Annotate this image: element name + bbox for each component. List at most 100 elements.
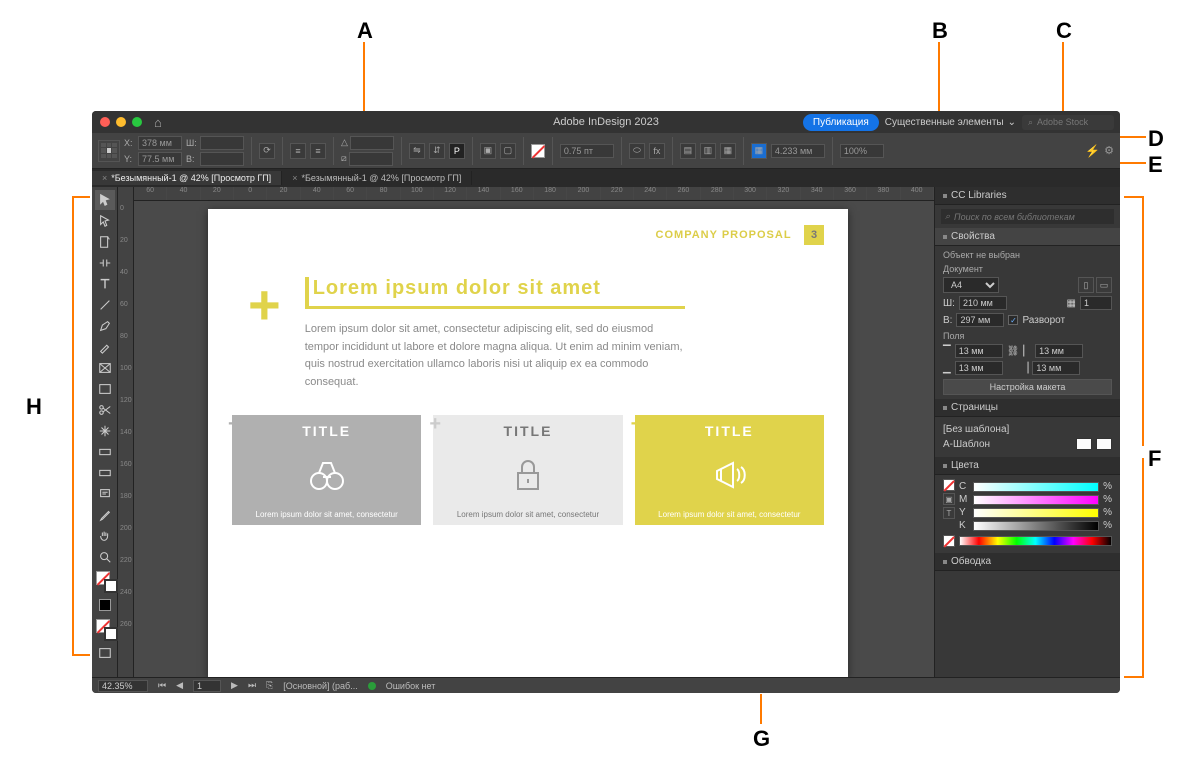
c-slider[interactable]	[973, 482, 1099, 492]
workspace-select[interactable]: Существенные элементы ⌄	[885, 117, 1016, 128]
fill-stroke-swatch[interactable]	[96, 571, 118, 593]
pen-tool-icon[interactable]	[95, 316, 115, 336]
page-tool-icon[interactable]	[95, 232, 115, 252]
pencil-tool-icon[interactable]	[95, 337, 115, 357]
select-container-icon[interactable]: ▦	[751, 143, 767, 159]
libraries-search-input[interactable]: ⌕Поиск по всем библиотекам	[941, 209, 1114, 224]
publish-button[interactable]: Публикация	[803, 114, 879, 131]
valign-mid-icon[interactable]: ▥	[700, 143, 716, 159]
effects-icon[interactable]: fx	[649, 143, 665, 159]
home-icon[interactable]: ⌂	[154, 115, 162, 130]
zoom-field[interactable]	[840, 144, 884, 158]
last-page-icon[interactable]: ⏭	[248, 680, 256, 691]
line-tool-icon[interactable]	[95, 295, 115, 315]
wrap2-icon[interactable]: ▢	[500, 143, 516, 159]
doc-tab[interactable]: ×*Безымянный-1 @ 42% [Просмотр ГП]	[282, 171, 472, 185]
zoom-select[interactable]	[98, 680, 148, 692]
doc-tab[interactable]: ×*Безымянный-1 @ 42% [Просмотр ГП]	[92, 171, 282, 185]
gpu-icon[interactable]: ⚡	[1085, 144, 1100, 158]
minimize-window-icon[interactable]	[116, 117, 126, 127]
shear-field[interactable]	[349, 152, 393, 166]
panel-color[interactable]: Цвета	[935, 457, 1120, 475]
pages-field[interactable]	[1080, 296, 1112, 310]
errors-label[interactable]: Ошибок нет	[386, 681, 436, 691]
m-slider[interactable]	[973, 495, 1099, 505]
rotate-icon[interactable]: ⟳	[259, 143, 275, 159]
default-swatch[interactable]	[96, 619, 118, 641]
x-field[interactable]	[138, 136, 182, 150]
selection-tool-icon[interactable]	[95, 190, 115, 210]
layout-settings-button[interactable]: Настройка макета	[943, 379, 1112, 395]
panel-stroke[interactable]: Обводка	[935, 553, 1120, 571]
link-icon[interactable]: ⛓	[1007, 346, 1020, 357]
close-tab-icon[interactable]: ×	[292, 173, 297, 183]
rectangle-tool-icon[interactable]	[95, 379, 115, 399]
fill-none-swatch[interactable]	[943, 479, 955, 491]
margin-right-field[interactable]	[1032, 361, 1080, 375]
w-field[interactable]	[200, 136, 244, 150]
apply-color-icon[interactable]	[95, 595, 115, 615]
type-tool-icon[interactable]	[95, 274, 115, 294]
align-left-icon[interactable]: ≡	[290, 143, 306, 159]
view-mode-icon[interactable]	[95, 643, 115, 663]
corner-icon[interactable]: ⬭	[629, 143, 645, 159]
panel-cc-libraries[interactable]: CC Libraries	[935, 187, 1120, 205]
angle-field[interactable]	[350, 136, 394, 150]
flip-v-icon[interactable]: ⇵	[429, 143, 445, 159]
search-input[interactable]: ⌕Adobe Stock	[1022, 115, 1114, 130]
doc-width-field[interactable]	[959, 296, 1007, 310]
direct-select-tool-icon[interactable]	[95, 211, 115, 231]
fill-swatch-icon[interactable]	[531, 144, 545, 158]
close-tab-icon[interactable]: ×	[102, 173, 107, 183]
spread-checkbox[interactable]: ✓	[1008, 315, 1018, 325]
none-swatch-icon[interactable]	[943, 535, 955, 547]
note-tool-icon[interactable]	[95, 484, 115, 504]
layer-label[interactable]: [Основной] (раб...	[283, 681, 357, 691]
formatting-text-icon[interactable]: T	[943, 507, 955, 519]
master-label[interactable]: А-Шаблон	[943, 439, 990, 450]
canvas[interactable]: 6040200204060801001201401601802002202402…	[134, 187, 934, 677]
y-slider[interactable]	[973, 508, 1099, 518]
eyedropper-tool-icon[interactable]	[95, 505, 115, 525]
scale-field[interactable]	[771, 144, 825, 158]
panel-pages[interactable]: Страницы	[935, 399, 1120, 417]
page-thumb-icon[interactable]	[1076, 438, 1092, 450]
gradient-tool-icon[interactable]	[95, 442, 115, 462]
gradient-feather-tool-icon[interactable]	[95, 463, 115, 483]
formatting-container-icon[interactable]: ▣	[943, 493, 955, 505]
maximize-window-icon[interactable]	[132, 117, 142, 127]
master-none-label[interactable]: [Без шаблона]	[943, 424, 1009, 435]
panel-settings-icon[interactable]: ⚙	[1104, 144, 1114, 157]
rectangle-frame-tool-icon[interactable]	[95, 358, 115, 378]
landscape-icon[interactable]: ▭	[1096, 277, 1112, 293]
gap-tool-icon[interactable]	[95, 253, 115, 273]
margin-bottom-field[interactable]	[955, 361, 1003, 375]
zoom-tool-icon[interactable]	[95, 547, 115, 567]
scissors-tool-icon[interactable]	[95, 400, 115, 420]
align-center-icon[interactable]: ≡	[310, 143, 326, 159]
transform-tool-icon[interactable]	[95, 421, 115, 441]
valign-top-icon[interactable]: ▤	[680, 143, 696, 159]
first-page-icon[interactable]: ⏮	[158, 680, 166, 691]
portrait-icon[interactable]: ▯	[1078, 277, 1094, 293]
stroke-weight-field[interactable]	[560, 144, 614, 158]
prev-page-icon[interactable]: ◀	[176, 680, 183, 691]
h-field[interactable]	[200, 152, 244, 166]
reference-point-widget[interactable]	[98, 140, 120, 162]
wrap-icon[interactable]: ▣	[480, 143, 496, 159]
panel-properties[interactable]: Свойства	[935, 228, 1120, 246]
next-page-icon[interactable]: ▶	[231, 680, 238, 691]
doc-height-field[interactable]	[956, 313, 1004, 327]
margin-left-field[interactable]	[1035, 344, 1083, 358]
close-window-icon[interactable]	[100, 117, 110, 127]
margin-top-field[interactable]	[955, 344, 1003, 358]
open-icon[interactable]: ⎘	[266, 680, 273, 691]
y-field[interactable]	[138, 152, 182, 166]
valign-bot-icon[interactable]: ▦	[720, 143, 736, 159]
page-thumb-icon[interactable]	[1096, 438, 1112, 450]
flip-h-icon[interactable]: ⇋	[409, 143, 425, 159]
hand-tool-icon[interactable]	[95, 526, 115, 546]
page-preset-select[interactable]: A4	[943, 277, 999, 293]
page-field[interactable]	[193, 680, 221, 692]
p-icon[interactable]: P	[449, 143, 465, 159]
